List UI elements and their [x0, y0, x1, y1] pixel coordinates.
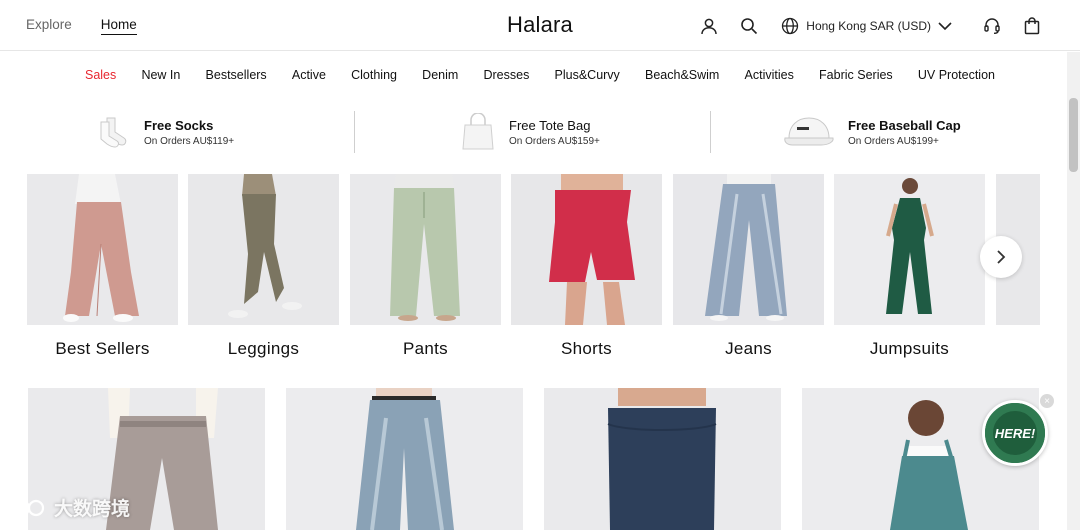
category-carousel: Best Sellers Leggings Pants Shorts Jeans… [27, 174, 1040, 364]
category-image [673, 174, 824, 325]
nav-denim[interactable]: Denim [410, 68, 471, 82]
promo-strip: Free Socks On Orders AU$119+ Free Tote B… [0, 110, 1080, 154]
promo-subtitle: On Orders AU$159+ [509, 135, 600, 147]
nav-beach-swim[interactable]: Beach&Swim [632, 68, 732, 82]
shopping-bag-icon[interactable] [1020, 14, 1044, 38]
search-icon[interactable] [737, 14, 761, 38]
category-card-pants[interactable]: Pants [350, 174, 501, 359]
category-card-jumpsuits[interactable]: Jumpsuits [834, 174, 985, 359]
nav-fabric-series[interactable]: Fabric Series [806, 68, 905, 82]
tote-bag-image [455, 112, 501, 152]
badge-close-button[interactable]: × [1040, 394, 1054, 408]
carousel-next-button[interactable] [980, 236, 1022, 278]
socks-image [90, 112, 136, 152]
promo-title: Free Socks [144, 117, 214, 133]
promo-title: Free Tote Bag [509, 117, 591, 133]
category-card-jeans[interactable]: Jeans [673, 174, 824, 359]
promo-tote-bag[interactable]: Free Tote Bag On Orders AU$159+ [455, 110, 600, 154]
nav-activities[interactable]: Activities [732, 68, 807, 82]
headset-icon[interactable] [980, 14, 1004, 38]
nav-new-in[interactable]: New In [129, 68, 193, 82]
chevron-right-icon [997, 250, 1006, 264]
category-nav: Sales New In Bestsellers Active Clothing… [0, 68, 1080, 82]
header-nav: Explore Home [26, 17, 137, 35]
category-label: Best Sellers [55, 339, 150, 358]
watermark-text: 大数跨境 [54, 499, 131, 520]
category-label: Leggings [227, 339, 300, 358]
nav-clothing[interactable]: Clothing [339, 68, 410, 82]
promo-baseball-cap[interactable]: Free Baseball Cap On Orders AU$199+ [780, 110, 961, 154]
nav-active[interactable]: Active [279, 68, 338, 82]
promo-title: Free Baseball Cap [848, 117, 961, 133]
product-card[interactable] [544, 388, 781, 530]
promo-divider [354, 111, 355, 153]
globe-icon [782, 17, 799, 35]
nav-dresses[interactable]: Dresses [471, 68, 542, 82]
region-label: Hong Kong SAR (USD) [806, 19, 931, 33]
promo-socks[interactable]: Free Socks On Orders AU$119+ [90, 110, 234, 154]
nav-bestsellers[interactable]: Bestsellers [193, 68, 279, 82]
category-card-best-sellers[interactable]: Best Sellers [27, 174, 178, 359]
brand-logo[interactable]: Halara [507, 12, 573, 37]
header-actions: Hong Kong SAR (USD) [697, 14, 1044, 38]
nav-sales[interactable]: Sales [72, 68, 128, 82]
promo-divider [710, 111, 711, 153]
badge-text: HERE! [994, 425, 1036, 441]
category-image [511, 174, 662, 325]
category-label: Jeans [725, 339, 772, 358]
watermark: 大数跨境 [8, 494, 130, 521]
category-image [834, 174, 985, 325]
top-header: Explore Home Halara Hong Kong SAR (USD) [0, 0, 1080, 51]
nav-plus-curvy[interactable]: Plus&Curvy [542, 68, 632, 82]
home-link[interactable]: Home [100, 17, 137, 35]
category-card-leggings[interactable]: Leggings [188, 174, 339, 359]
category-image [350, 174, 501, 325]
product-card[interactable] [286, 388, 523, 530]
explore-link[interactable]: Explore [26, 17, 72, 35]
baseball-cap-image [780, 112, 840, 152]
category-label: Shorts [561, 339, 612, 358]
nav-uv-protection[interactable]: UV Protection [905, 68, 1007, 82]
category-label: Jumpsuits [869, 339, 950, 358]
promo-subtitle: On Orders AU$199+ [848, 135, 939, 147]
chevron-down-icon [938, 22, 952, 31]
product-image [286, 388, 523, 530]
category-image [188, 174, 339, 325]
product-image [544, 388, 781, 530]
free-gift-badge[interactable]: HERE! [982, 400, 1048, 466]
user-icon[interactable] [697, 14, 721, 38]
scrollbar-thumb[interactable] [1069, 98, 1078, 172]
category-label: Pants [403, 339, 448, 358]
promo-subtitle: On Orders AU$119+ [144, 135, 235, 147]
category-image [27, 174, 178, 325]
category-card-shorts[interactable]: Shorts [511, 174, 662, 359]
watermark-logo-icon [10, 499, 45, 516]
region-selector[interactable]: Hong Kong SAR (USD) [781, 17, 952, 35]
